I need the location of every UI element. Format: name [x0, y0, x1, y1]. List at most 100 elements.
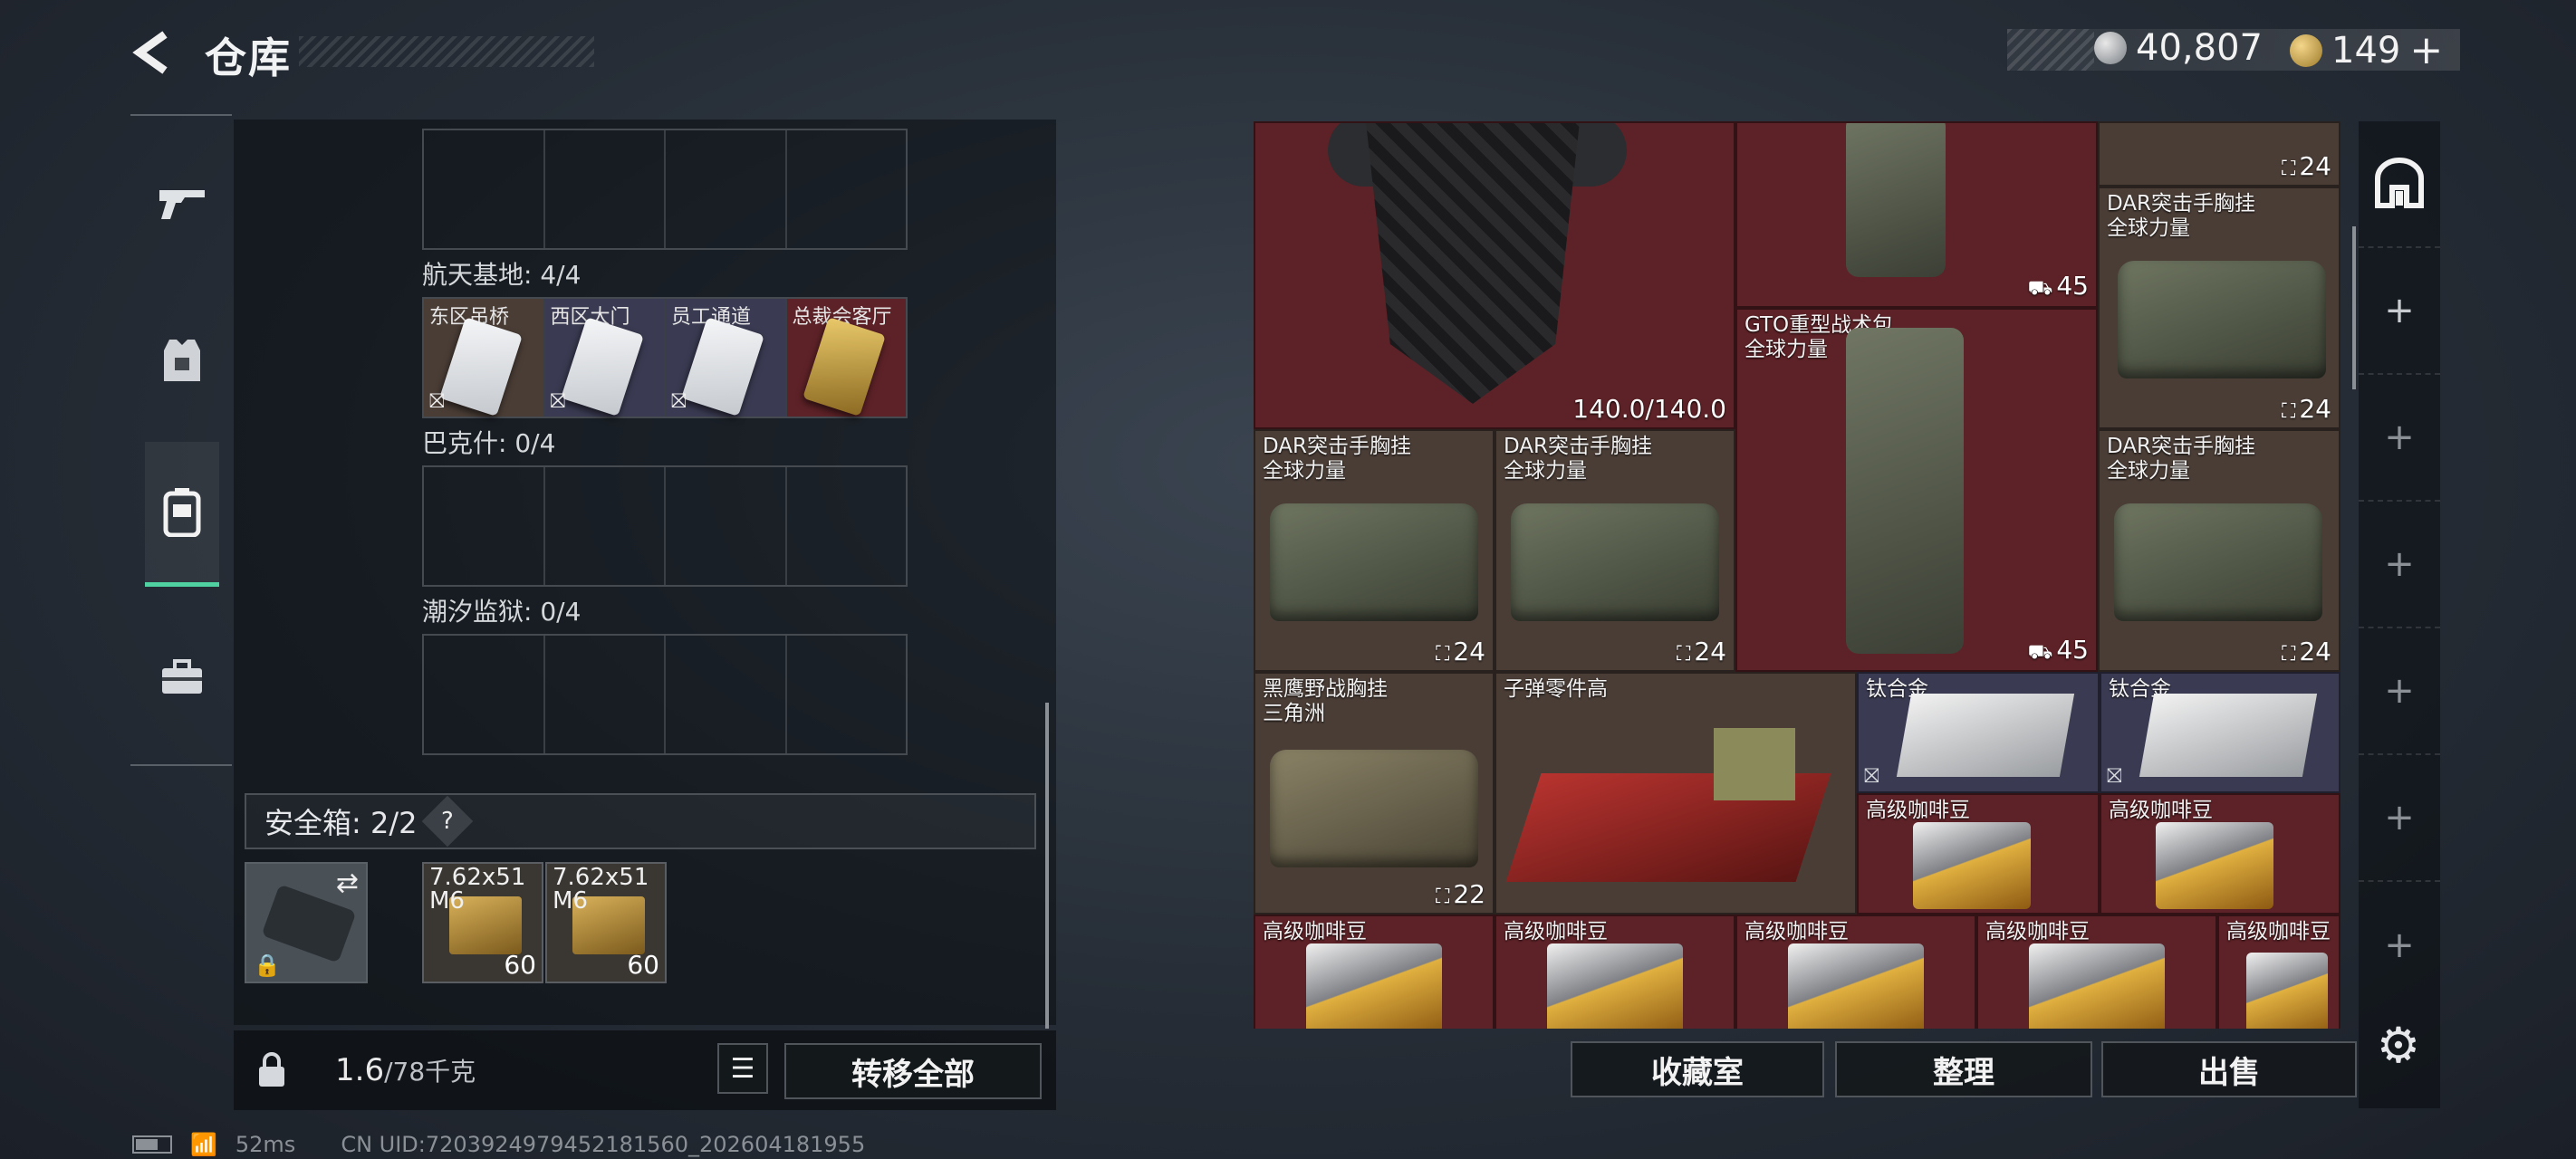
- add-storage-tab[interactable]: +: [2359, 755, 2440, 882]
- empty-slot[interactable]: [666, 467, 787, 585]
- item-name: 高级咖啡豆: [1985, 920, 2090, 943]
- collection-room-button[interactable]: 收藏室: [1571, 1041, 1824, 1097]
- spacebase-key-row: 东区吊桥 ⛝ 西区大门 ⛝ 员工通道 ⛝ 总裁会客厅: [422, 297, 908, 418]
- ammo-item[interactable]: 7.62x51 M6 60: [545, 862, 667, 983]
- add-storage-tab[interactable]: +: [2359, 248, 2440, 375]
- rail-case[interactable]: [145, 605, 219, 750]
- item-name: DAR突击手胸挂 全球力量: [1504, 435, 1653, 483]
- empty-slot[interactable]: [787, 636, 907, 753]
- empty-slot[interactable]: [787, 130, 907, 248]
- armor-item[interactable]: 140.0/140.0: [1254, 121, 1735, 429]
- list-view-button[interactable]: ☰: [717, 1043, 768, 1094]
- coffee-item[interactable]: 高级咖啡豆: [1976, 915, 2217, 1029]
- vest-icon: [164, 340, 200, 381]
- keycard-image: [560, 317, 644, 417]
- gold-coin-icon: [2290, 34, 2322, 67]
- chest-rig-item[interactable]: ⛶ 24: [2098, 121, 2341, 187]
- coffee-item[interactable]: 高级咖啡豆: [1857, 793, 2100, 915]
- help-button[interactable]: ?: [422, 795, 474, 848]
- gun-icon: [159, 190, 205, 219]
- inventory-grid: 140.0/140.0 ⛟ 45 ⛶ 24 DAR突击手胸挂 全球力量 ⛶ 24 GTO…: [1254, 121, 2341, 1029]
- item-name: 黑鹰野战胸挂 三角洲: [1263, 677, 1388, 725]
- storage-tab-main[interactable]: [2359, 121, 2440, 248]
- coffee-item[interactable]: 高级咖啡豆: [1254, 915, 1495, 1029]
- settings-button[interactable]: ⚙: [2371, 1017, 2426, 1074]
- coffee-image: [1547, 943, 1683, 1029]
- empty-slot[interactable]: [666, 130, 787, 248]
- back-button[interactable]: [127, 25, 181, 80]
- titanium-item[interactable]: 钛合金 ⛝: [2100, 672, 2341, 793]
- chest-rig-item[interactable]: 黑鹰野战胸挂 三角洲 ⛶ 22: [1254, 672, 1495, 915]
- item-count: ⛟ 45: [2027, 635, 2089, 665]
- chest-rig-item[interactable]: DAR突击手胸挂 全球力量 ⛶ 24: [2098, 429, 2341, 672]
- keycard-image: [439, 317, 523, 417]
- empty-slot[interactable]: [424, 636, 545, 753]
- chest-rig-image: [1511, 503, 1719, 621]
- grid-scrollbar[interactable]: [2352, 226, 2356, 389]
- list-icon: ☰: [730, 1052, 755, 1085]
- tide-prison-key-row: [422, 634, 908, 755]
- currency-decoration: [2007, 29, 2094, 71]
- key-card[interactable]: 总裁会客厅: [786, 299, 906, 417]
- sell-button[interactable]: 出售: [2101, 1041, 2357, 1097]
- chest-rig-item[interactable]: DAR突击手胸挂 全球力量 ⛶ 24: [1254, 429, 1495, 672]
- bakesh-label: 巴克什: 0/4: [422, 428, 556, 458]
- keycard-image: [681, 317, 764, 417]
- coffee-item[interactable]: 高级咖啡豆: [1735, 915, 1976, 1029]
- empty-slot[interactable]: [545, 467, 666, 585]
- add-storage-tab[interactable]: +: [2359, 375, 2440, 502]
- rail-weapons[interactable]: [145, 130, 219, 275]
- swap-icon[interactable]: ⇄: [336, 867, 359, 899]
- add-storage-tab[interactable]: +: [2359, 628, 2440, 755]
- key-card[interactable]: 员工通道 ⛝: [666, 299, 787, 417]
- coffee-item[interactable]: 高级咖啡豆: [2100, 793, 2341, 915]
- left-footer: 1.6/78千克 ☰ 转移全部: [234, 1030, 1056, 1110]
- plus-icon: +: [2384, 924, 2415, 966]
- weight-display: 1.6/78千克: [335, 1052, 476, 1088]
- vest-small-icon: ⛶: [1435, 643, 1450, 666]
- rail-backpack[interactable]: [145, 442, 219, 587]
- add-currency-button[interactable]: +: [2409, 27, 2443, 73]
- backpack-icon: [163, 487, 201, 537]
- status-bar: 📶 52ms CN UID:7203924979452181560_202604…: [132, 1132, 865, 1157]
- tide-prison-label: 潮汐监狱: 0/4: [422, 597, 582, 627]
- add-storage-tab[interactable]: +: [2359, 502, 2440, 628]
- titanium-image: [1896, 694, 2075, 777]
- gto-backpack-image: [1846, 328, 1964, 654]
- chest-rig-item[interactable]: DAR突击手胸挂 全球力量 ⛶ 24: [2098, 187, 2341, 429]
- coffee-item[interactable]: 高级咖啡豆: [1495, 915, 1735, 1029]
- spacebase-label: 航天基地: 4/4: [422, 260, 582, 290]
- empty-slot[interactable]: [666, 636, 787, 753]
- gto-backpack-item[interactable]: GTO重型战术包 全球力量 ⛟ 45: [1735, 308, 2098, 672]
- organize-button[interactable]: 整理: [1835, 1041, 2092, 1097]
- rail-armor[interactable]: [145, 288, 219, 433]
- ammo-item[interactable]: 7.62x51 M6 60: [422, 862, 543, 983]
- no-trade-icon: ⛝: [671, 390, 687, 413]
- coffee-image: [2246, 953, 2328, 1029]
- bullet-parts-item[interactable]: 子弹零件高: [1495, 672, 1857, 915]
- backpack-item[interactable]: ⛟ 45: [1735, 121, 2098, 308]
- empty-slot[interactable]: [787, 467, 907, 585]
- add-storage-tab[interactable]: +: [2359, 882, 2440, 1009]
- chest-rig-item[interactable]: DAR突击手胸挂 全球力量 ⛶ 24: [1495, 429, 1735, 672]
- ping-text: 52ms: [235, 1132, 296, 1157]
- safe-box-container[interactable]: ⇄ 🔒: [245, 862, 368, 983]
- empty-slot[interactable]: [424, 467, 545, 585]
- key-card[interactable]: 东区吊桥 ⛝: [424, 299, 545, 417]
- titanium-item[interactable]: 钛合金 ⛝: [1857, 672, 2100, 793]
- backpack-image: [1846, 123, 1946, 277]
- no-trade-icon: ⛝: [2107, 765, 2122, 788]
- gold-currency: 149 +: [2290, 27, 2443, 73]
- coffee-image: [1913, 822, 2031, 909]
- empty-slot[interactable]: [545, 636, 666, 753]
- transfer-all-button[interactable]: 转移全部: [784, 1043, 1042, 1099]
- left-scrollbar[interactable]: [1045, 703, 1049, 1029]
- no-trade-icon: ⛝: [1864, 765, 1879, 788]
- empty-slot[interactable]: [424, 130, 545, 248]
- coffee-item[interactable]: 高级咖啡豆: [2217, 915, 2341, 1029]
- empty-slot[interactable]: [545, 130, 666, 248]
- item-count: ⛶ 24: [2281, 151, 2331, 181]
- briefcase-icon: [162, 659, 202, 694]
- silver-amount: 40,807: [2136, 27, 2263, 69]
- key-card[interactable]: 西区大门 ⛝: [544, 299, 666, 417]
